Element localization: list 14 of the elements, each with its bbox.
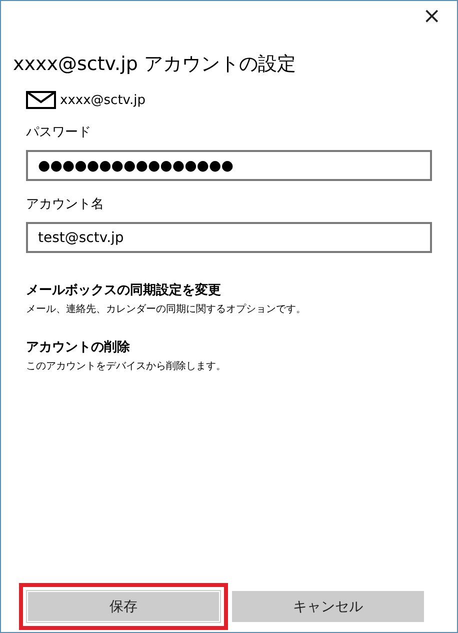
field-label: アカウント名 [26,196,105,213]
dialog-title: xxxx@sctv.jp アカウントの設定 [13,52,297,77]
dialog-button[interactable]: キャンセル [232,591,424,622]
input-field[interactable]: test@sctv.jp [26,222,432,253]
field-label: パスワード [26,124,92,141]
envelope-icon [26,91,56,109]
option-description: このアカウントをデバイスから削除します。 [26,360,226,373]
input-field[interactable]: ●●●●●●●●●●●●●●●● [26,150,432,181]
option-description: メール、連絡先、カレンダーの同期に関するオプションです。 [26,302,306,316]
close-button[interactable]: × [418,5,445,29]
option-link[interactable]: アカウントの削除 [26,338,130,356]
option-link[interactable]: メールボックスの同期設定を変更 [26,281,221,299]
account-email: xxxx@sctv.jp [60,92,146,108]
dialog-button[interactable]: 保存 [27,591,220,622]
